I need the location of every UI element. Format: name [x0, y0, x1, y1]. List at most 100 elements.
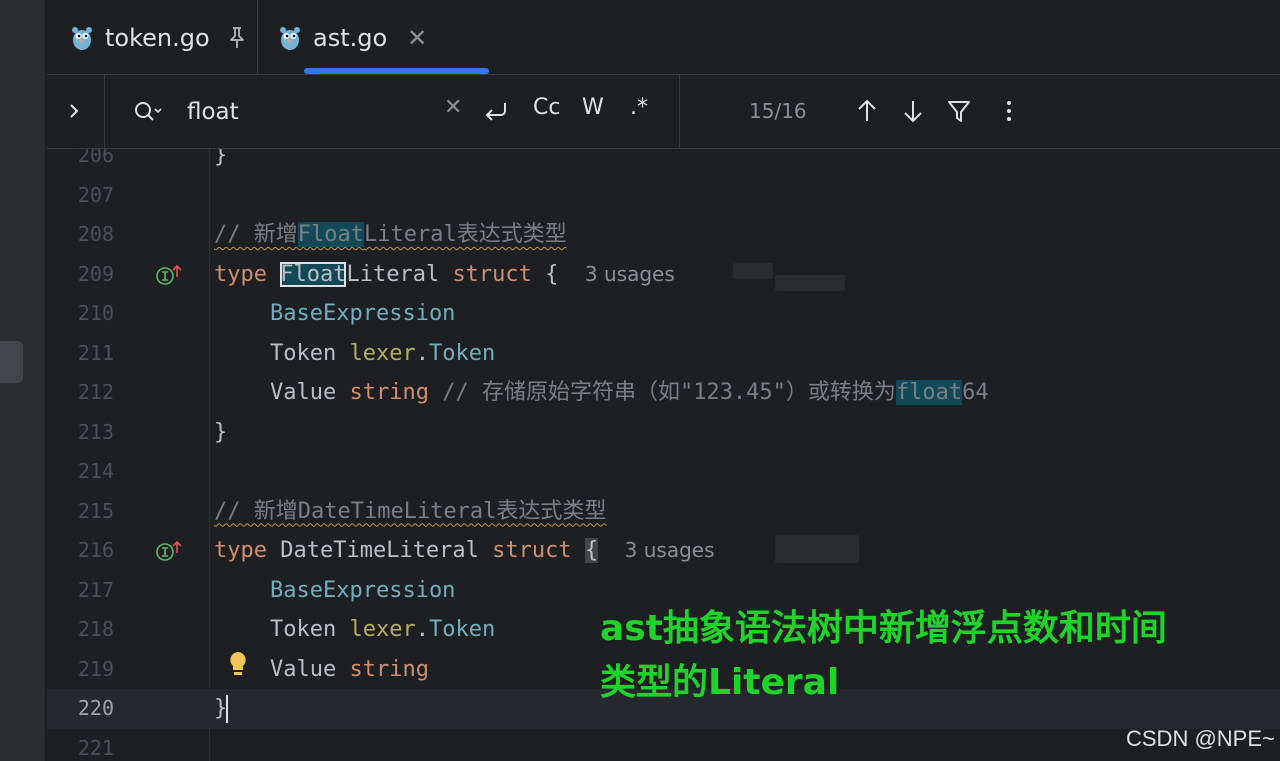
keyword: type	[214, 261, 267, 287]
code-text: }	[214, 419, 228, 445]
code-line: 207	[47, 176, 1280, 216]
new-line-icon[interactable]	[481, 99, 509, 125]
implements-icon[interactable]	[155, 539, 183, 563]
tool-window-handle[interactable]	[0, 341, 23, 383]
more-options-icon[interactable]	[997, 97, 1021, 125]
comment-prefix: // 新增	[214, 222, 298, 247]
embedded-type: BaseExpression	[270, 301, 456, 326]
code-line: 221	[47, 729, 1280, 761]
code-text: type DateTimeLiteral struct { 3 usages	[214, 531, 715, 571]
code-text: type FloatLiteral struct { 3 usages	[214, 255, 675, 295]
type-ref: Token	[428, 340, 496, 366]
regex-toggle[interactable]: .*	[630, 95, 648, 120]
line-number: 219	[77, 656, 114, 681]
type-ref: Token	[428, 617, 496, 642]
package-name: lexer	[349, 340, 416, 366]
tab-token-go[interactable]: token.go	[71, 0, 248, 75]
words-toggle[interactable]: W	[582, 95, 604, 120]
code-text: }	[214, 149, 228, 168]
line-number: 220	[77, 696, 114, 720]
line-number: 211	[77, 340, 114, 365]
line-number: 212	[77, 380, 114, 404]
code-line: 209 type FloatLiteral struct { 3 usages	[47, 255, 1280, 295]
filter-icon[interactable]	[947, 97, 971, 125]
code-line: 206 }	[47, 149, 1280, 176]
keyword: type	[214, 538, 267, 563]
search-input[interactable]	[187, 93, 437, 131]
watermark: CSDN @NPE~	[1126, 726, 1275, 751]
tab-ast-go[interactable]: ast.go ✕	[279, 0, 427, 75]
left-tool-strip	[0, 0, 46, 761]
editor-tab-bar: token.go ast.go ✕	[47, 0, 1280, 75]
code-text: Value string	[270, 650, 429, 690]
redacted-area	[775, 274, 845, 291]
search-history-icon[interactable]	[133, 99, 163, 125]
search-match: Float	[297, 222, 364, 247]
package-name: lexer	[349, 617, 416, 642]
text-caret	[226, 695, 229, 723]
code-line: 213 }	[47, 413, 1280, 453]
line-number: 208	[77, 222, 114, 246]
tab-separator	[257, 0, 258, 75]
keyword: struct	[492, 538, 572, 563]
line-number: 210	[77, 301, 114, 325]
embedded-type: BaseExpression	[270, 577, 456, 603]
line-number: 221	[77, 735, 114, 760]
comment-suffix: 64	[962, 380, 989, 405]
code-line: 212 Value string // 存储原始字符串（如"123.45"）或转…	[47, 373, 1280, 413]
line-number: 207	[77, 182, 114, 207]
builtin-type: string	[349, 656, 429, 682]
tab-label: ast.go	[313, 23, 388, 52]
annotation-line-2: 类型的Literal	[600, 662, 840, 703]
code-line: 208 // 新增FloatLiteral表达式类型	[47, 215, 1280, 255]
chevron-right-icon[interactable]	[67, 99, 81, 123]
code-text: Token lexer.Token	[270, 340, 496, 366]
field-name: Token	[270, 340, 337, 366]
code-comment: // 新增DateTimeLiteral表达式类型	[214, 498, 607, 524]
line-number: 215	[77, 498, 114, 523]
pin-icon[interactable]	[226, 26, 248, 50]
redacted-area	[775, 535, 859, 563]
line-number: 214	[77, 459, 114, 483]
line-number: 218	[77, 617, 114, 641]
line-number: 216	[77, 538, 114, 562]
divider	[679, 75, 680, 149]
lightbulb-icon[interactable]	[227, 650, 249, 680]
redacted-area	[733, 262, 773, 279]
clear-search-icon[interactable]: ✕	[444, 95, 462, 120]
match-case-toggle[interactable]: Cc	[533, 95, 560, 120]
code-line: 211 Token lexer.Token	[47, 334, 1280, 374]
code-line: 214	[47, 452, 1280, 492]
code-text: }	[214, 689, 229, 729]
line-number: 217	[77, 577, 114, 602]
comment-prefix: // 存储原始字符串（如"123.45"）或转换为	[442, 380, 896, 405]
closing-brace: }	[214, 696, 228, 721]
keyword: struct	[452, 261, 532, 287]
code-line: 216 type DateTimeLiteral struct { 3 usag…	[47, 531, 1280, 571]
builtin-type: string	[349, 380, 429, 405]
line-number: 206	[77, 149, 114, 167]
go-file-icon	[280, 26, 300, 50]
type-name: Literal	[346, 261, 440, 287]
divider	[104, 75, 105, 149]
usages-hint[interactable]: 3 usages	[625, 538, 715, 562]
find-bar: ✕ Cc W .* 15/16	[47, 75, 1280, 149]
brace: {	[545, 261, 559, 287]
close-icon[interactable]: ✕	[407, 24, 427, 52]
search-match: float	[895, 380, 963, 405]
usages-hint[interactable]: 3 usages	[585, 262, 675, 286]
code-comment: // 新增FloatLiteral表达式类型	[214, 215, 567, 255]
brace: {	[584, 538, 599, 563]
field-name: Value	[270, 656, 337, 682]
arrow-up-icon[interactable]	[855, 97, 879, 125]
active-tab-indicator	[304, 68, 489, 74]
annotation-text: ast抽象语法树中新增浮点数和时间 类型的Literal	[600, 602, 1230, 710]
tab-label: token.go	[105, 23, 210, 52]
code-text: Value string // 存储原始字符串（如"123.45"）或转换为fl…	[270, 373, 989, 413]
annotation-line-1: ast抽象语法树中新增浮点数和时间	[600, 608, 1167, 649]
code-line: 210 BaseExpression	[47, 294, 1280, 334]
arrow-down-icon[interactable]	[901, 97, 925, 125]
go-file-icon	[72, 26, 92, 50]
implements-icon[interactable]	[155, 263, 183, 287]
search-match-current: Float	[280, 261, 347, 287]
